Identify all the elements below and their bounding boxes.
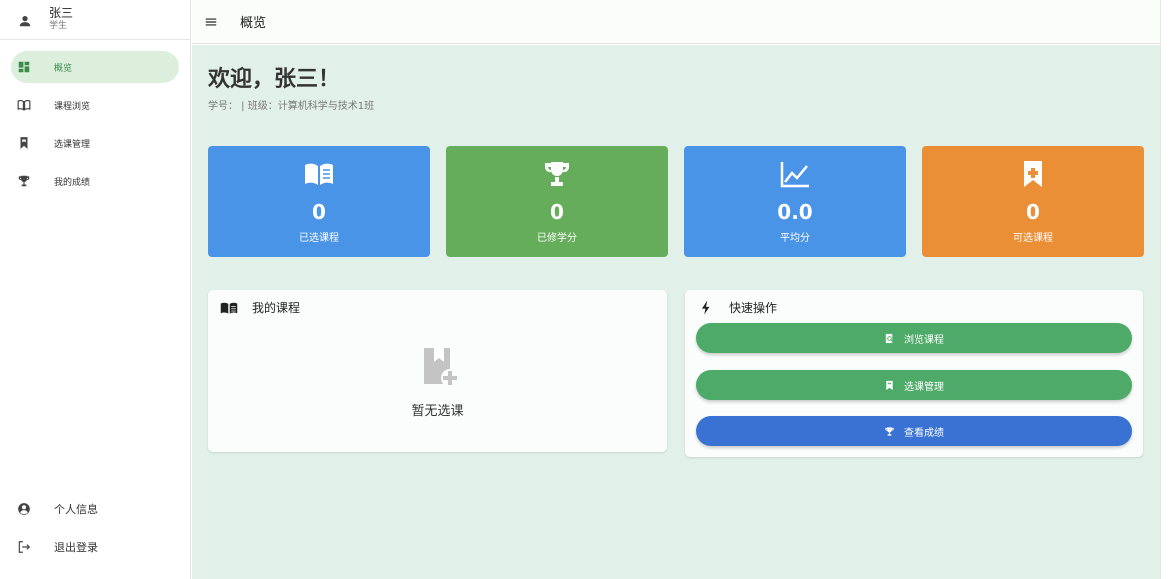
quick-actions-card: 快速操作 浏览课程 选课管理 查看成绩	[685, 290, 1143, 457]
stat-label: 已修学分	[537, 233, 577, 244]
view-grades-button[interactable]: 查看成绩	[696, 416, 1132, 446]
stat-label: 平均分	[780, 233, 810, 244]
bookmark-add-icon	[422, 346, 460, 388]
sidebar-item-label: 选课管理	[54, 139, 91, 150]
stat-card-earned-credits: 0 已修学分	[446, 146, 668, 257]
sidebar-item-profile[interactable]: 个人信息	[11, 493, 180, 525]
book-open-icon	[303, 160, 335, 188]
sidebar-item-label: 个人信息	[54, 503, 98, 516]
card-title: 快速操作	[729, 301, 778, 315]
stat-value: 0	[312, 200, 326, 224]
stat-value: 0.0	[777, 200, 813, 224]
button-label: 查看成绩	[904, 427, 944, 439]
trophy-icon	[17, 174, 31, 188]
sidebar-item-label: 退出登录	[54, 541, 98, 554]
bookmark-icon	[884, 380, 895, 391]
browse-courses-button[interactable]: 浏览课程	[696, 323, 1132, 353]
stat-value: 0	[550, 200, 564, 224]
main-content: 欢迎，张三！ 学号： | 班级：计算机科学与技术1班 0 已选课程 0 已修学分…	[192, 45, 1160, 579]
page-title: 概览	[240, 16, 267, 31]
sidebar-bottom: 个人信息 退出登录	[0, 493, 191, 569]
button-label: 浏览课程	[904, 334, 944, 346]
sidebar-item-label: 我的成绩	[54, 177, 91, 188]
top-bar: 概览	[192, 0, 1160, 44]
user-header: 张三 学生	[0, 0, 190, 40]
lightning-icon	[697, 301, 715, 315]
dashboard-icon	[17, 60, 31, 74]
stat-card-available-courses: 0 可选课程	[922, 146, 1144, 257]
sidebar-item-course-browse[interactable]: 课程浏览	[11, 89, 179, 121]
card-title: 我的课程	[252, 301, 301, 315]
menu-icon[interactable]	[204, 15, 218, 29]
empty-state-text: 暂无选课	[411, 404, 464, 419]
sidebar-item-overview[interactable]: 概览	[11, 51, 179, 83]
card-header: 快速操作	[697, 299, 777, 316]
logout-icon	[17, 540, 31, 554]
student-info: 学号： | 班级：计算机科学与技术1班	[208, 101, 375, 112]
card-header: 我的课程	[220, 299, 300, 316]
book-open-icon	[220, 301, 238, 315]
account-circle-icon	[17, 502, 31, 516]
sidebar-item-my-grades[interactable]: 我的成绩	[11, 165, 179, 197]
sidebar: 张三 学生 概览 课程浏览 选课管理 我的成绩 个人信息 退出登录	[0, 0, 191, 579]
stat-label: 可选课程	[1013, 233, 1053, 244]
sidebar-item-label: 课程浏览	[54, 101, 91, 112]
person-icon	[18, 13, 32, 27]
book-search-icon	[884, 333, 895, 344]
my-courses-card: 我的课程 暂无选课	[208, 290, 667, 452]
stat-value: 0	[1026, 200, 1040, 224]
sidebar-item-course-selection[interactable]: 选课管理	[11, 127, 179, 159]
sidebar-nav: 概览 课程浏览 选课管理 我的成绩	[0, 40, 190, 197]
trophy-icon	[541, 160, 573, 188]
welcome-heading: 欢迎，张三！	[208, 67, 341, 92]
scrollbar-track[interactable]	[1160, 0, 1171, 579]
course-selection-button[interactable]: 选课管理	[696, 370, 1132, 400]
stat-label: 已选课程	[299, 233, 339, 244]
bookmark-plus-icon	[1017, 160, 1049, 188]
trophy-icon	[884, 426, 895, 437]
chart-line-icon	[779, 160, 811, 188]
stat-card-average-score: 0.0 平均分	[684, 146, 906, 257]
button-label: 选课管理	[904, 381, 944, 393]
sidebar-item-label: 概览	[54, 63, 73, 74]
bookmark-icon	[17, 136, 31, 150]
book-open-icon	[17, 98, 31, 112]
user-role: 学生	[49, 21, 68, 31]
stat-card-selected-courses: 0 已选课程	[208, 146, 430, 257]
sidebar-item-logout[interactable]: 退出登录	[11, 531, 180, 563]
user-name: 张三	[49, 6, 74, 20]
